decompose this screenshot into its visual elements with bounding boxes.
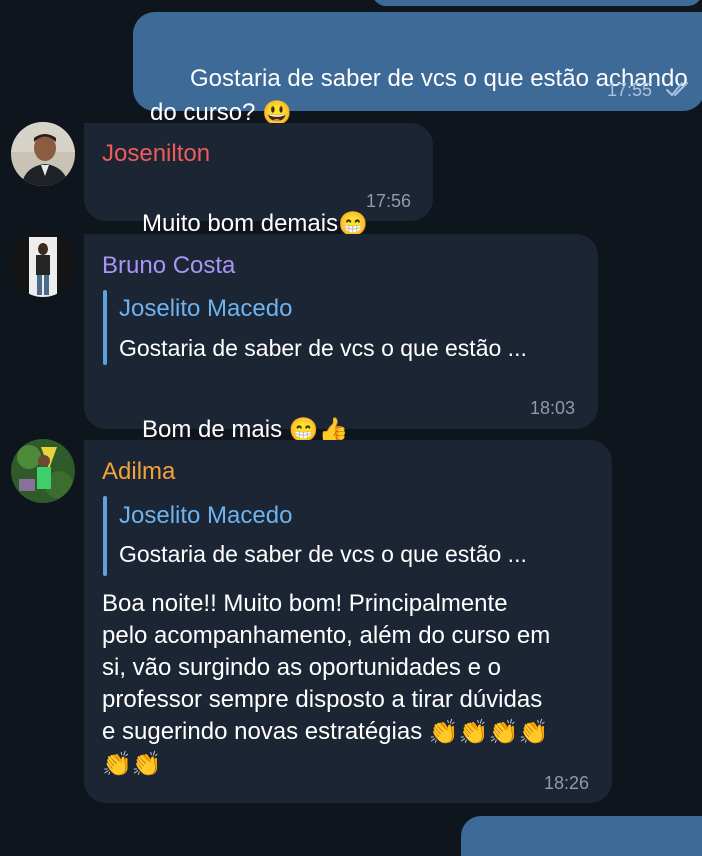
message-line: e sugerindo novas estratégias 👏👏👏👏 bbox=[102, 716, 602, 749]
avatar-josenilton[interactable] bbox=[11, 122, 75, 186]
avatar-adilma[interactable] bbox=[11, 439, 75, 503]
message-line: pelo acompanhamento, além do curso em bbox=[102, 622, 551, 649]
message-line: 👏👏 bbox=[102, 749, 602, 782]
incoming-message[interactable]: Bruno Costa Joselito Macedo Gostaria de … bbox=[84, 234, 598, 444]
reply-accent-bar bbox=[103, 290, 107, 365]
message-line: professor sempre disposto a tirar dúvida… bbox=[102, 686, 543, 713]
message-line: Boa noite!! Muito bom! Principalmente bbox=[102, 590, 508, 617]
outgoing-message[interactable]: Gostaria de saber de vcs o que estão ach… bbox=[133, 12, 702, 127]
outgoing-bubble-partial-top[interactable] bbox=[372, 0, 702, 6]
reply-sender-name[interactable]: Joselito Macedo bbox=[119, 502, 292, 530]
reply-preview-text[interactable]: Gostaria de saber de vcs o que estão ... bbox=[119, 541, 527, 568]
sender-name[interactable]: Josenilton bbox=[102, 140, 210, 168]
incoming-message[interactable]: Josenilton Muito bom demais😁 17:56 bbox=[84, 123, 433, 238]
message-text: Boa noite!! Muito bom! Principalmente pe… bbox=[102, 588, 602, 781]
reply-sender-name[interactable]: Joselito Macedo bbox=[119, 295, 292, 323]
sender-name[interactable]: Adilma bbox=[102, 458, 175, 486]
double-check-icon bbox=[666, 82, 688, 96]
clapping-hands-emoji: 👏👏 bbox=[102, 751, 162, 779]
reply-accent-bar bbox=[103, 496, 107, 576]
message-time: 17:56 bbox=[366, 191, 412, 211]
message-time: 17:55 bbox=[607, 80, 653, 100]
message-line: si, vão surgindo as oportunidades e o bbox=[102, 654, 501, 681]
reply-preview-text[interactable]: Gostaria de saber de vcs o que estão ... bbox=[119, 335, 527, 362]
incoming-message[interactable]: Adilma Joselito Macedo Gostaria de saber… bbox=[84, 440, 612, 803]
clapping-hands-emoji: 👏👏👏👏 bbox=[428, 718, 549, 746]
chat-area: Gostaria de saber de vcs o que estão ach… bbox=[0, 0, 702, 856]
message-time: 18:03 bbox=[530, 398, 576, 418]
sender-name[interactable]: Bruno Costa bbox=[102, 252, 235, 280]
avatar-bruno-costa[interactable] bbox=[11, 233, 75, 297]
message-time: 18:26 bbox=[544, 773, 590, 793]
outgoing-bubble-partial-bottom[interactable] bbox=[461, 816, 702, 856]
